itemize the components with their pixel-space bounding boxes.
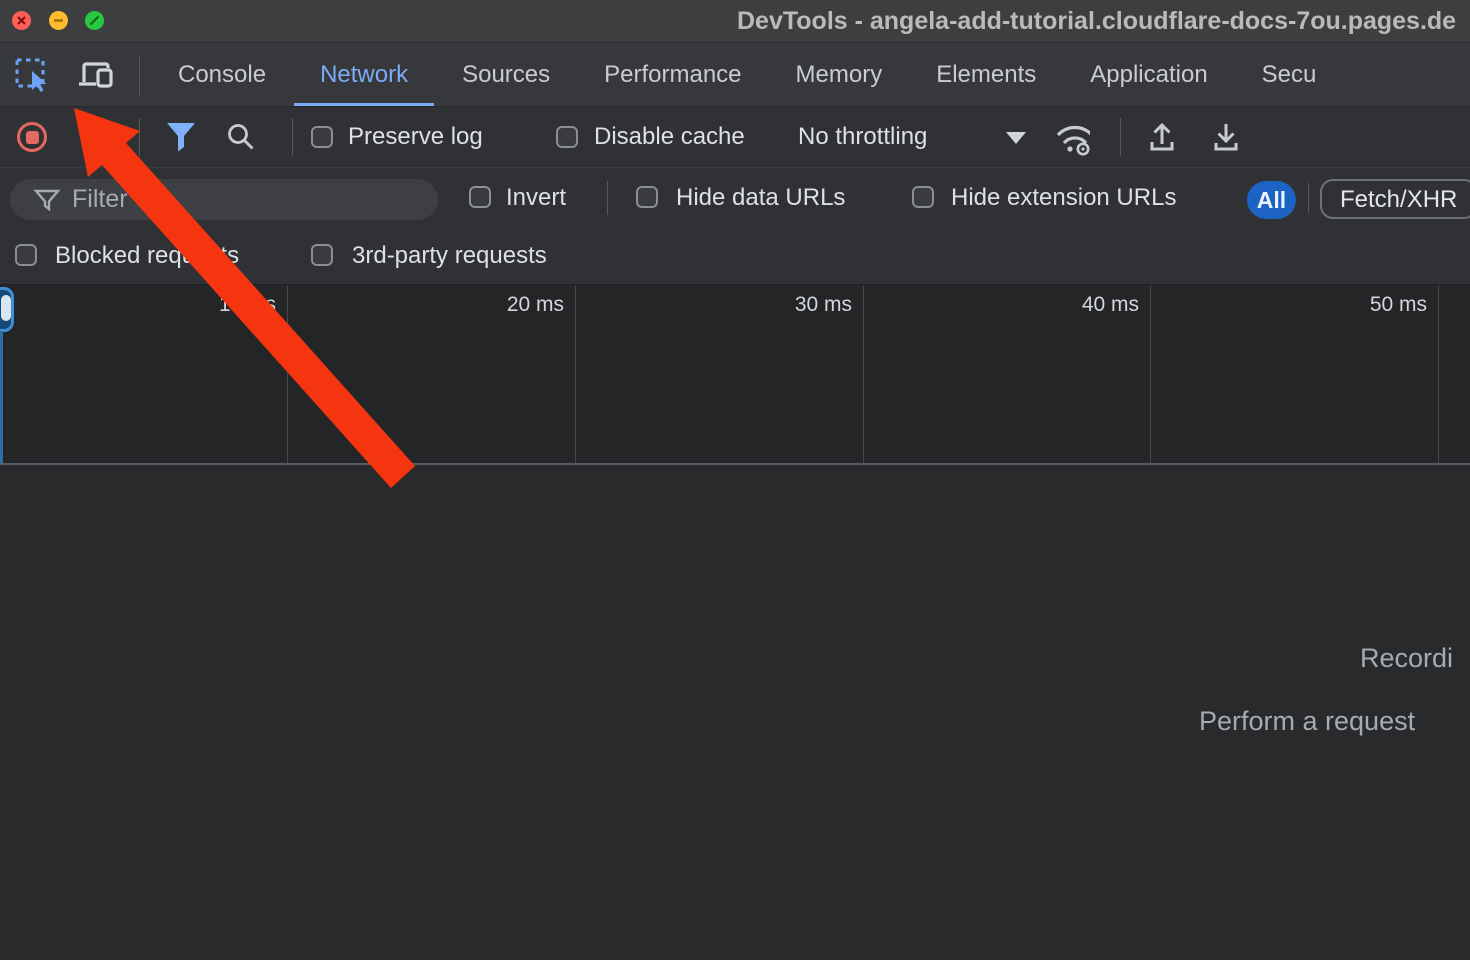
search-button[interactable] xyxy=(222,118,260,156)
inspect-cursor-icon xyxy=(15,58,51,92)
minimize-icon xyxy=(49,11,68,30)
record-network-log-button[interactable] xyxy=(17,122,47,152)
requests-empty-panel: Recordi Perform a request xyxy=(0,465,1470,960)
filter-toggle-button[interactable] xyxy=(162,118,200,156)
upload-icon xyxy=(1144,120,1180,154)
clear-network-log-button[interactable] xyxy=(81,124,108,151)
timeline-selection-edge xyxy=(0,331,3,463)
blocked-requests-label: Blocked requests xyxy=(55,227,239,284)
hide-data-urls-label: Hide data URLs xyxy=(676,168,845,228)
timeline-drag-grip xyxy=(1,295,11,321)
filter-type-fetch-xhr-button[interactable]: Fetch/XHR xyxy=(1320,179,1470,219)
disable-cache-checkbox[interactable] xyxy=(556,126,578,148)
timeline-gridline xyxy=(575,285,576,463)
filter-separator xyxy=(607,181,608,215)
network-conditions-button[interactable] xyxy=(1052,118,1090,156)
invert-checkbox[interactable] xyxy=(469,186,491,208)
panel-tabs: Console Network Sources Performance Memo… xyxy=(152,43,1342,106)
timeline-gridline xyxy=(1150,285,1151,463)
filter-bar: Filter Invert Hide data URLs Hide extens… xyxy=(0,168,1470,227)
timeline-tick: 30 ms xyxy=(576,293,852,317)
minimize-window-button[interactable] xyxy=(49,11,68,30)
devtools-window: DevTools - angela-add-tutorial.cloudflar… xyxy=(0,0,1470,960)
tab-memory[interactable]: Memory xyxy=(770,43,909,106)
import-har-button[interactable] xyxy=(1143,118,1181,156)
empty-state-recording-text: Recordi xyxy=(1360,643,1453,674)
preserve-log-checkbox[interactable] xyxy=(311,126,333,148)
funnel-outline-icon xyxy=(33,187,61,215)
chevron-down-icon[interactable] xyxy=(1006,132,1026,144)
blocked-requests-checkbox[interactable] xyxy=(15,244,37,266)
export-har-button[interactable] xyxy=(1207,118,1245,156)
filter-placeholder: Filter xyxy=(72,179,128,220)
titlebar: DevTools - angela-add-tutorial.cloudflar… xyxy=(0,0,1470,43)
request-filter-bar: Blocked requests 3rd-party requests xyxy=(0,227,1470,285)
hide-extension-urls-label: Hide extension URLs xyxy=(951,168,1176,228)
hide-data-urls-checkbox[interactable] xyxy=(636,186,658,208)
tab-sources[interactable]: Sources xyxy=(436,43,576,106)
close-icon xyxy=(12,11,31,30)
wifi-gear-icon xyxy=(1052,117,1090,157)
timeline-tick: 10 ms xyxy=(0,293,276,317)
zoom-window-button[interactable] xyxy=(85,11,104,30)
tab-performance[interactable]: Performance xyxy=(578,43,767,106)
timeline-tick: 50 ms xyxy=(1151,293,1427,317)
filter-input[interactable]: Filter xyxy=(10,179,438,220)
filter-separator xyxy=(1308,183,1309,213)
timeline-gridline xyxy=(287,285,288,463)
network-overview-timeline[interactable]: 10 ms 20 ms 30 ms 40 ms 50 ms xyxy=(0,285,1470,465)
preserve-log-label: Preserve log xyxy=(348,107,483,167)
devtools-tabbar: Console Network Sources Performance Memo… xyxy=(0,43,1470,107)
network-toolbar: Preserve log Disable cache No throttling xyxy=(0,107,1470,168)
disable-cache-label: Disable cache xyxy=(594,107,745,167)
throttling-select[interactable]: No throttling xyxy=(798,107,927,167)
tab-console[interactable]: Console xyxy=(152,43,292,106)
device-toolbar-icon xyxy=(76,58,114,92)
timeline-gridline xyxy=(863,285,864,463)
timeline-drag-handle[interactable] xyxy=(0,287,14,332)
toolbar-separator xyxy=(1120,118,1121,156)
timeline-tick: 20 ms xyxy=(288,293,564,317)
tab-network[interactable]: Network xyxy=(294,43,434,106)
tab-security[interactable]: Secu xyxy=(1236,43,1343,106)
filter-type-all-button[interactable]: All xyxy=(1247,181,1296,219)
third-party-requests-checkbox[interactable] xyxy=(311,244,333,266)
timeline-gridline xyxy=(1438,285,1439,463)
inspect-element-button[interactable] xyxy=(14,56,52,94)
window-title: DevTools - angela-add-tutorial.cloudflar… xyxy=(737,0,1456,42)
toolbar-separator xyxy=(139,118,140,156)
tab-elements[interactable]: Elements xyxy=(910,43,1062,106)
hide-extension-urls-checkbox[interactable] xyxy=(912,186,934,208)
download-icon xyxy=(1208,120,1244,154)
timeline-tick: 40 ms xyxy=(863,293,1139,317)
tabbar-separator xyxy=(139,55,140,95)
close-window-button[interactable] xyxy=(12,11,31,30)
zoom-icon xyxy=(85,11,104,30)
tab-application[interactable]: Application xyxy=(1064,43,1233,106)
funnel-icon xyxy=(165,120,197,154)
invert-label: Invert xyxy=(506,168,566,228)
toolbar-separator xyxy=(292,118,293,156)
toggle-device-toolbar-button[interactable] xyxy=(76,56,114,94)
search-icon xyxy=(225,121,257,153)
third-party-requests-label: 3rd-party requests xyxy=(352,227,547,284)
record-stop-icon xyxy=(26,131,39,144)
empty-state-hint-text: Perform a request xyxy=(1199,706,1415,737)
